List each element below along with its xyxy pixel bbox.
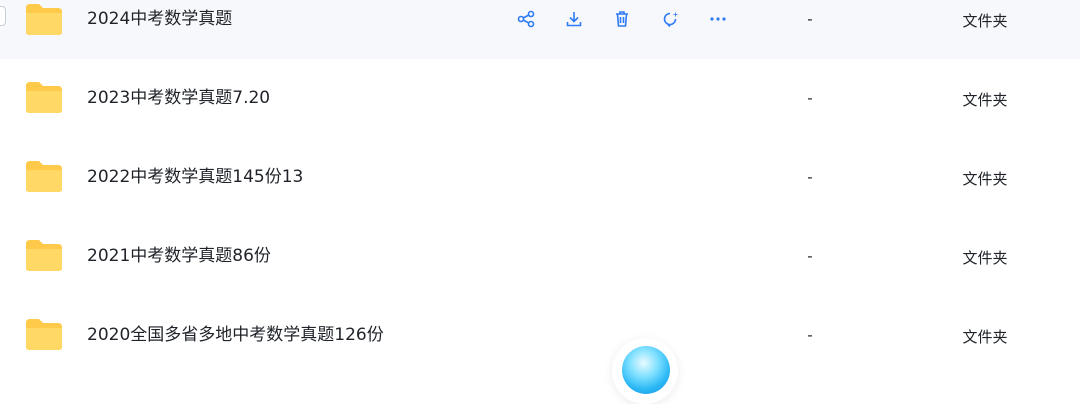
file-size: -	[807, 326, 813, 344]
more-icon[interactable]	[704, 6, 732, 32]
file-size: -	[807, 89, 813, 107]
file-type: 文件夹	[962, 170, 1008, 188]
file-size: -	[807, 10, 813, 28]
table-row[interactable]: 2020全国多省多地中考数学真题126份 - 文件夹	[0, 296, 1080, 375]
table-row[interactable]: 2022中考数学真题145份13 - 文件夹	[0, 138, 1080, 217]
folder-icon	[24, 2, 64, 36]
file-name[interactable]: 2020全国多省多地中考数学真题126份	[87, 323, 384, 347]
file-type: 文件夹	[962, 328, 1008, 346]
table-row[interactable]: 2023中考数学真题7.20 - 文件夹	[0, 59, 1080, 138]
assistant-orb-icon	[622, 346, 670, 394]
file-name[interactable]: 2022中考数学真题145份13	[87, 165, 303, 189]
file-name[interactable]: 2021中考数学真题86份	[87, 244, 271, 268]
file-type: 文件夹	[962, 91, 1008, 109]
file-size: -	[807, 168, 813, 186]
folder-icon	[24, 159, 64, 193]
file-name[interactable]: 2023中考数学真题7.20	[87, 86, 270, 110]
file-type: 文件夹	[962, 249, 1008, 267]
delete-icon[interactable]	[608, 6, 636, 32]
table-row[interactable]: 2021中考数学真题86份 - 文件夹	[0, 217, 1080, 296]
table-row[interactable]: 2024中考数学真题 - 文件夹	[0, 0, 1080, 59]
folder-icon	[24, 80, 64, 114]
refresh-icon[interactable]	[656, 6, 684, 32]
file-type: 文件夹	[962, 12, 1008, 30]
row-checkbox[interactable]	[0, 6, 6, 26]
assistant-float-button[interactable]	[612, 338, 678, 404]
download-icon[interactable]	[560, 6, 588, 32]
file-name[interactable]: 2024中考数学真题	[87, 7, 232, 31]
folder-icon	[24, 317, 64, 351]
share-icon[interactable]	[512, 6, 540, 32]
folder-icon	[24, 238, 64, 272]
file-size: -	[807, 247, 813, 265]
